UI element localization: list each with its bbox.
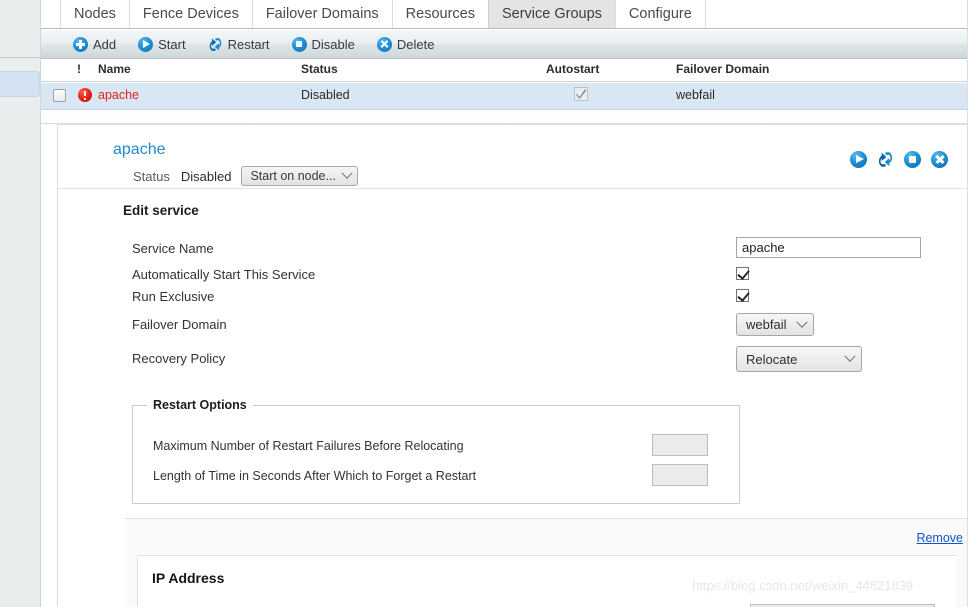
detail-status-value: Disabled <box>180 168 232 184</box>
play-circle-icon <box>138 36 154 52</box>
column-header-failover-domain: Failover Domain <box>676 62 770 76</box>
main-panel: Nodes Fence Devices Failover Domains Res… <box>41 0 971 607</box>
tab-failover-domains[interactable]: Failover Domains <box>251 0 393 28</box>
table-bottom-edge <box>41 110 971 124</box>
add-button-label: Add <box>93 36 117 52</box>
detail-separator <box>58 188 970 189</box>
stop-circle-icon <box>291 36 307 52</box>
tab-fence-devices[interactable]: Fence Devices <box>128 0 253 28</box>
row-failover-domain: webfail <box>676 88 715 102</box>
service-detail-panel: apache Status Disabled Start on node... <box>57 124 971 607</box>
resource-inner-panel: IP Address <box>137 555 956 607</box>
row-status: Disabled <box>301 88 350 102</box>
add-button[interactable]: Add <box>73 36 117 52</box>
restart-circle-icon <box>208 37 223 52</box>
service-name-label: Service Name <box>132 241 214 256</box>
run-exclusive-label: Run Exclusive <box>132 289 215 304</box>
row-autostart-check <box>574 87 588 104</box>
column-header-autostart: Autostart <box>546 62 600 76</box>
service-name-link[interactable]: apache <box>98 88 139 102</box>
service-name-input[interactable] <box>736 237 921 258</box>
start-button[interactable]: Start <box>138 36 186 52</box>
remove-resource-link[interactable]: Remove <box>916 531 963 545</box>
plus-circle-icon <box>73 36 88 52</box>
detail-disable-icon[interactable] <box>904 151 921 168</box>
recovery-policy-label: Recovery Policy <box>132 351 226 366</box>
auto-start-checkbox[interactable] <box>736 267 749 280</box>
chevron-down-icon <box>341 167 353 179</box>
recovery-policy-value: Relocate <box>746 351 798 367</box>
action-toolbar: Add Start Restart Disable Delete <box>41 30 971 59</box>
auto-start-label: Automatically Start This Service <box>132 267 316 282</box>
detail-status-line: Status Disabled Start on node... <box>133 166 358 186</box>
restart-options-legend: Restart Options <box>147 398 253 412</box>
column-header-name: Name <box>98 62 131 76</box>
app-root: Nodes Fence Devices Failover Domains Res… <box>0 0 971 607</box>
failover-domain-label: Failover Domain <box>132 317 227 332</box>
error-icon[interactable] <box>78 88 92 102</box>
chevron-down-icon <box>796 316 808 328</box>
delete-button[interactable]: Delete <box>376 36 435 52</box>
tab-bar: Nodes Fence Devices Failover Domains Res… <box>41 0 971 29</box>
detail-restart-icon[interactable] <box>877 151 894 168</box>
delete-button-label: Delete <box>396 36 435 52</box>
run-exclusive-checkbox[interactable] <box>736 289 749 302</box>
detail-title[interactable]: apache <box>113 141 166 159</box>
tab-resources[interactable]: Resources <box>391 0 489 28</box>
restart-button-label: Restart <box>227 36 270 52</box>
table-row[interactable]: apache Disabled webfail <box>41 83 971 110</box>
disable-button-label: Disable <box>311 36 355 52</box>
max-restart-failures-input[interactable] <box>652 434 708 456</box>
restart-button[interactable]: Restart <box>208 37 270 52</box>
start-button-label: Start <box>158 36 186 52</box>
disable-button[interactable]: Disable <box>291 36 355 52</box>
column-header-alert: ! <box>77 62 81 76</box>
tab-nodes[interactable]: Nodes <box>60 0 130 28</box>
forget-restart-time-input[interactable] <box>652 464 708 486</box>
failover-domain-select[interactable]: webfail <box>736 313 814 336</box>
recovery-policy-select[interactable]: Relocate <box>736 346 862 372</box>
detail-action-buttons <box>850 151 948 168</box>
left-sidebar <box>0 0 41 607</box>
chevron-down-icon <box>844 350 856 362</box>
service-table-header: ! Name Status Autostart Failover Domain <box>41 60 971 82</box>
sidebar-divider <box>0 57 40 58</box>
column-header-status: Status <box>301 62 338 76</box>
failover-domain-value: webfail <box>746 317 787 332</box>
start-on-node-select[interactable]: Start on node... <box>241 166 358 186</box>
detail-start-icon[interactable] <box>850 151 867 168</box>
detail-status-label: Status <box>133 168 170 184</box>
detail-delete-icon[interactable] <box>931 151 948 168</box>
row-checkbox[interactable] <box>53 89 66 102</box>
restart-options-group: Restart Options Maximum Number of Restar… <box>132 398 740 504</box>
start-on-node-value: Start on node... <box>250 169 336 183</box>
edit-service-heading: Edit service <box>123 203 199 218</box>
resource-title: IP Address <box>152 570 225 586</box>
forget-restart-time-label: Length of Time in Seconds After Which to… <box>153 469 477 483</box>
right-edge-rail <box>967 0 971 607</box>
close-circle-icon <box>376 36 392 52</box>
sidebar-selected-item[interactable] <box>0 71 40 97</box>
resource-block: Remove IP Address <box>125 518 970 607</box>
tab-service-groups[interactable]: Service Groups <box>487 0 616 28</box>
tab-configure[interactable]: Configure <box>614 0 706 28</box>
max-restart-failures-label: Maximum Number of Restart Failures Befor… <box>153 439 464 453</box>
